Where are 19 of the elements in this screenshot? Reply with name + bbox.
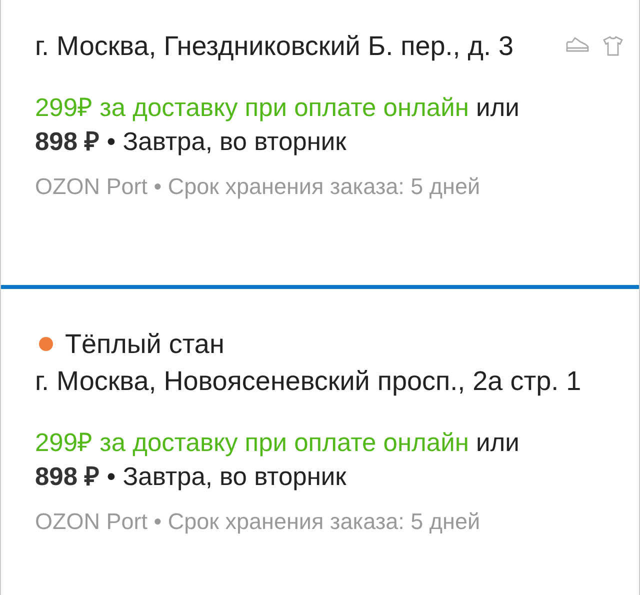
conjunction-text: или [476, 94, 520, 122]
address-text: г. Москва, Гнездниковский Б. пер., д. 3 [35, 30, 515, 63]
storage-details: OZON Port • Срок хранения заказа: 5 дней [35, 173, 482, 201]
storage-details: OZON Port • Срок хранения заказа: 5 дней [35, 508, 482, 536]
point-name: Тёплый стан [65, 328, 224, 361]
t-shirt-icon [603, 36, 623, 56]
conjunction-text: или [476, 429, 520, 457]
price-text: 898 ₽ [35, 128, 100, 156]
separator-dot: • [106, 128, 116, 156]
delivery-offer: 299₽ за доставку при оплате онлайн [35, 429, 469, 457]
delivery-date: Завтра, во вторник [122, 463, 346, 491]
delivery-offer: 299₽ за доставку при оплате онлайн [35, 94, 469, 122]
price-text: 898 ₽ [35, 463, 100, 491]
address-text: г. Москва, Новоясеневский просп., 2а стр. 1 [35, 365, 582, 398]
pickup-card[interactable]: Тёплый стан г. Москва, Новоясеневский просп., 2а стр. 1 299₽ за доставку при оплате онлайн или 898 ₽ • Завтра, во вторник OZON Port • Срок хранения заказа: 5 дней [1, 289, 639, 595]
sneaker-icon [565, 36, 589, 52]
delivery-date: Завтра, во вторник [122, 128, 346, 156]
separator-dot: • [106, 463, 116, 491]
pickup-card[interactable]: г. Москва, Гнездниковский Б. пер., д. 3 299₽ за доставку при оплате онлайн или 898 ₽ • Завтра, во вторник OZON Port • Срок хранения заказа: 5 дней [1, 0, 639, 289]
